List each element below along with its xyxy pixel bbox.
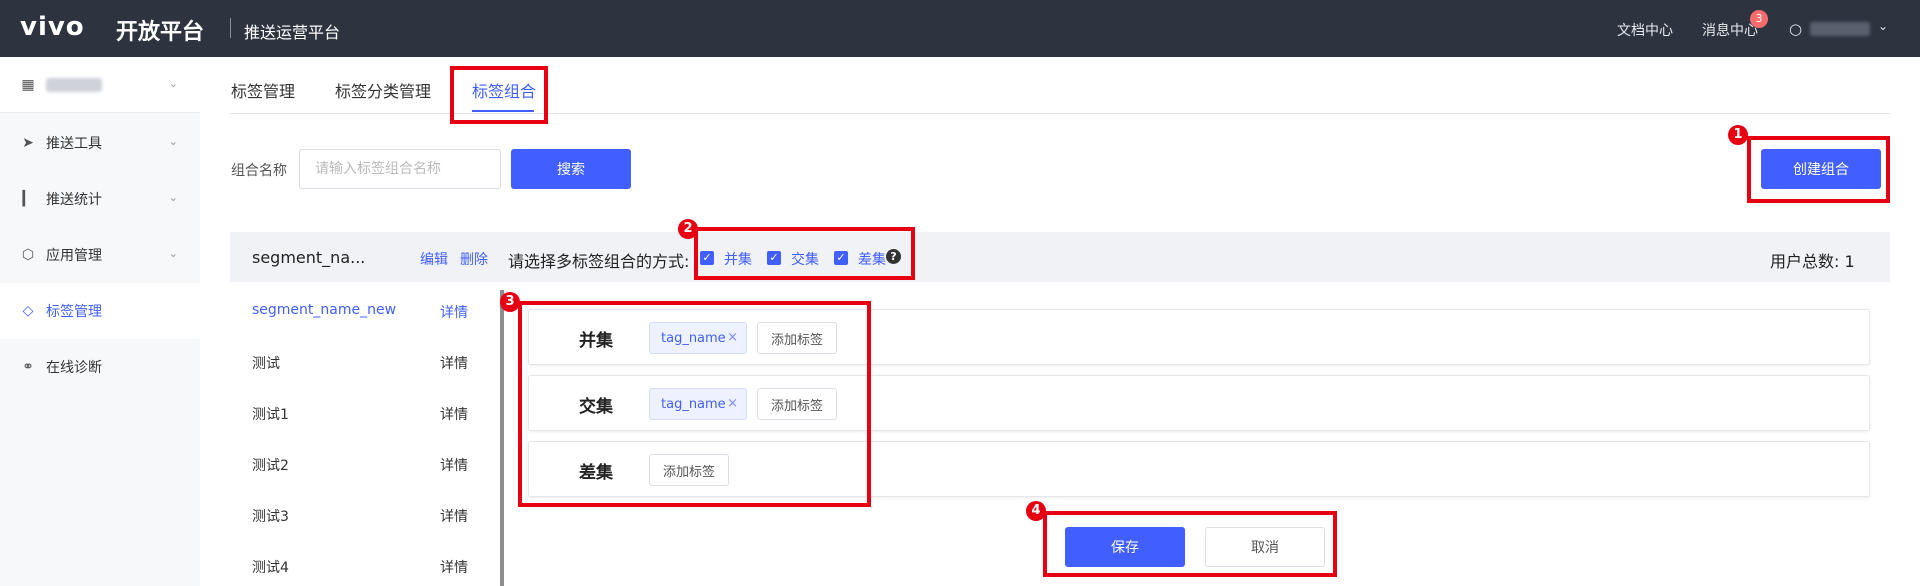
app-selector[interactable]: ▦ ⌄ xyxy=(0,57,200,113)
tab-tag-category-management[interactable]: 标签分类管理 xyxy=(335,78,431,102)
segment-list-item-name[interactable]: 测试2 xyxy=(252,455,289,475)
user-name-blurred[interactable] xyxy=(1810,22,1870,36)
edit-link[interactable]: 编辑 xyxy=(420,249,448,269)
sidebar-item-push-tools[interactable]: ➤ 推送工具 ⌄ xyxy=(0,115,200,171)
segment-title: segment_na... xyxy=(252,248,366,267)
sidebar-item-label: 在线诊断 xyxy=(46,360,102,376)
segment-detail-link[interactable]: 详情 xyxy=(440,353,468,373)
combination-name-label: 组合名称 xyxy=(231,163,287,179)
annotation-box-actions xyxy=(1043,511,1337,577)
cube-icon: ⬡ xyxy=(21,247,35,263)
chevron-down-icon[interactable]: ⌄ xyxy=(1878,19,1888,33)
segment-detail-link[interactable]: 详情 xyxy=(440,302,468,322)
tab-tag-management[interactable]: 标签管理 xyxy=(231,78,295,102)
user-total-count: 用户总数: 1 xyxy=(1770,252,1855,271)
vivo-logo[interactable]: vivo xyxy=(20,12,85,42)
bar-chart-icon: ▎ xyxy=(22,191,34,207)
annotation-box-modes xyxy=(694,227,915,280)
sidebar-item-push-stats[interactable]: ▎ 推送统计 ⌄ xyxy=(0,171,200,227)
open-platform-title: 开放平台 xyxy=(116,20,205,45)
search-button[interactable]: 搜索 xyxy=(511,149,631,189)
segment-detail-link[interactable]: 详情 xyxy=(440,557,468,577)
top-navigation-bar: vivo 开放平台 推送运营平台 文档中心 消息中心 3 ○ ⌄ xyxy=(0,0,1920,57)
segment-list-item-name[interactable]: segment_name_new xyxy=(252,302,396,318)
app-name-blurred xyxy=(46,77,102,92)
stethoscope-icon: ⚭ xyxy=(22,359,34,375)
annotation-number-1: 1 xyxy=(1728,125,1748,145)
annotation-number-2: 2 xyxy=(678,219,698,239)
sidebar-item-online-diagnosis[interactable]: ⚭ 在线诊断 xyxy=(0,339,200,395)
sidebar-item-label: 推送统计 xyxy=(46,192,102,208)
list-scrollbar[interactable] xyxy=(500,290,504,586)
annotation-number-3: 3 xyxy=(500,292,520,312)
chevron-down-icon: ⌄ xyxy=(168,247,178,260)
segment-detail-link[interactable]: 详情 xyxy=(440,506,468,526)
segment-list-item-name[interactable]: 测试1 xyxy=(252,404,289,424)
sidebar-item-tag-management[interactable]: ◇ 标签管理 xyxy=(0,283,200,339)
annotation-box-tab xyxy=(450,66,548,124)
sidebar-item-label: 应用管理 xyxy=(46,248,102,264)
header-divider xyxy=(230,18,231,38)
sidebar-item-label: 标签管理 xyxy=(46,304,102,320)
segment-list-item-name[interactable]: 测试4 xyxy=(252,557,289,577)
user-icon[interactable]: ○ xyxy=(1789,20,1802,38)
grid-icon: ▦ xyxy=(21,76,35,93)
annotation-box-sets xyxy=(518,301,871,507)
chevron-down-icon: ⌄ xyxy=(168,191,178,204)
docs-center-link[interactable]: 文档中心 xyxy=(1617,20,1673,40)
annotation-number-4: 4 xyxy=(1026,501,1046,521)
segment-list-item-name[interactable]: 测试 xyxy=(252,353,280,373)
segment-list-item-name[interactable]: 测试3 xyxy=(252,506,289,526)
chevron-down-icon: ⌄ xyxy=(168,135,178,148)
delete-link[interactable]: 删除 xyxy=(460,249,488,269)
annotation-box-create xyxy=(1747,136,1890,203)
segment-detail-link[interactable]: 详情 xyxy=(440,455,468,475)
message-center-link[interactable]: 消息中心 xyxy=(1702,20,1758,40)
sidebar-item-app-management[interactable]: ⬡ 应用管理 ⌄ xyxy=(0,227,200,283)
combination-mode-label: 请选择多标签组合的方式: xyxy=(508,252,690,271)
tag-icon: ◇ xyxy=(22,303,34,319)
combination-name-input[interactable] xyxy=(299,149,501,189)
message-count-badge: 3 xyxy=(1750,10,1768,28)
platform-title: 推送运营平台 xyxy=(244,23,341,42)
sidebar-item-label: 推送工具 xyxy=(46,136,102,152)
send-icon: ➤ xyxy=(22,135,34,151)
segment-detail-link[interactable]: 详情 xyxy=(440,404,468,424)
chevron-down-icon: ⌄ xyxy=(168,77,178,90)
